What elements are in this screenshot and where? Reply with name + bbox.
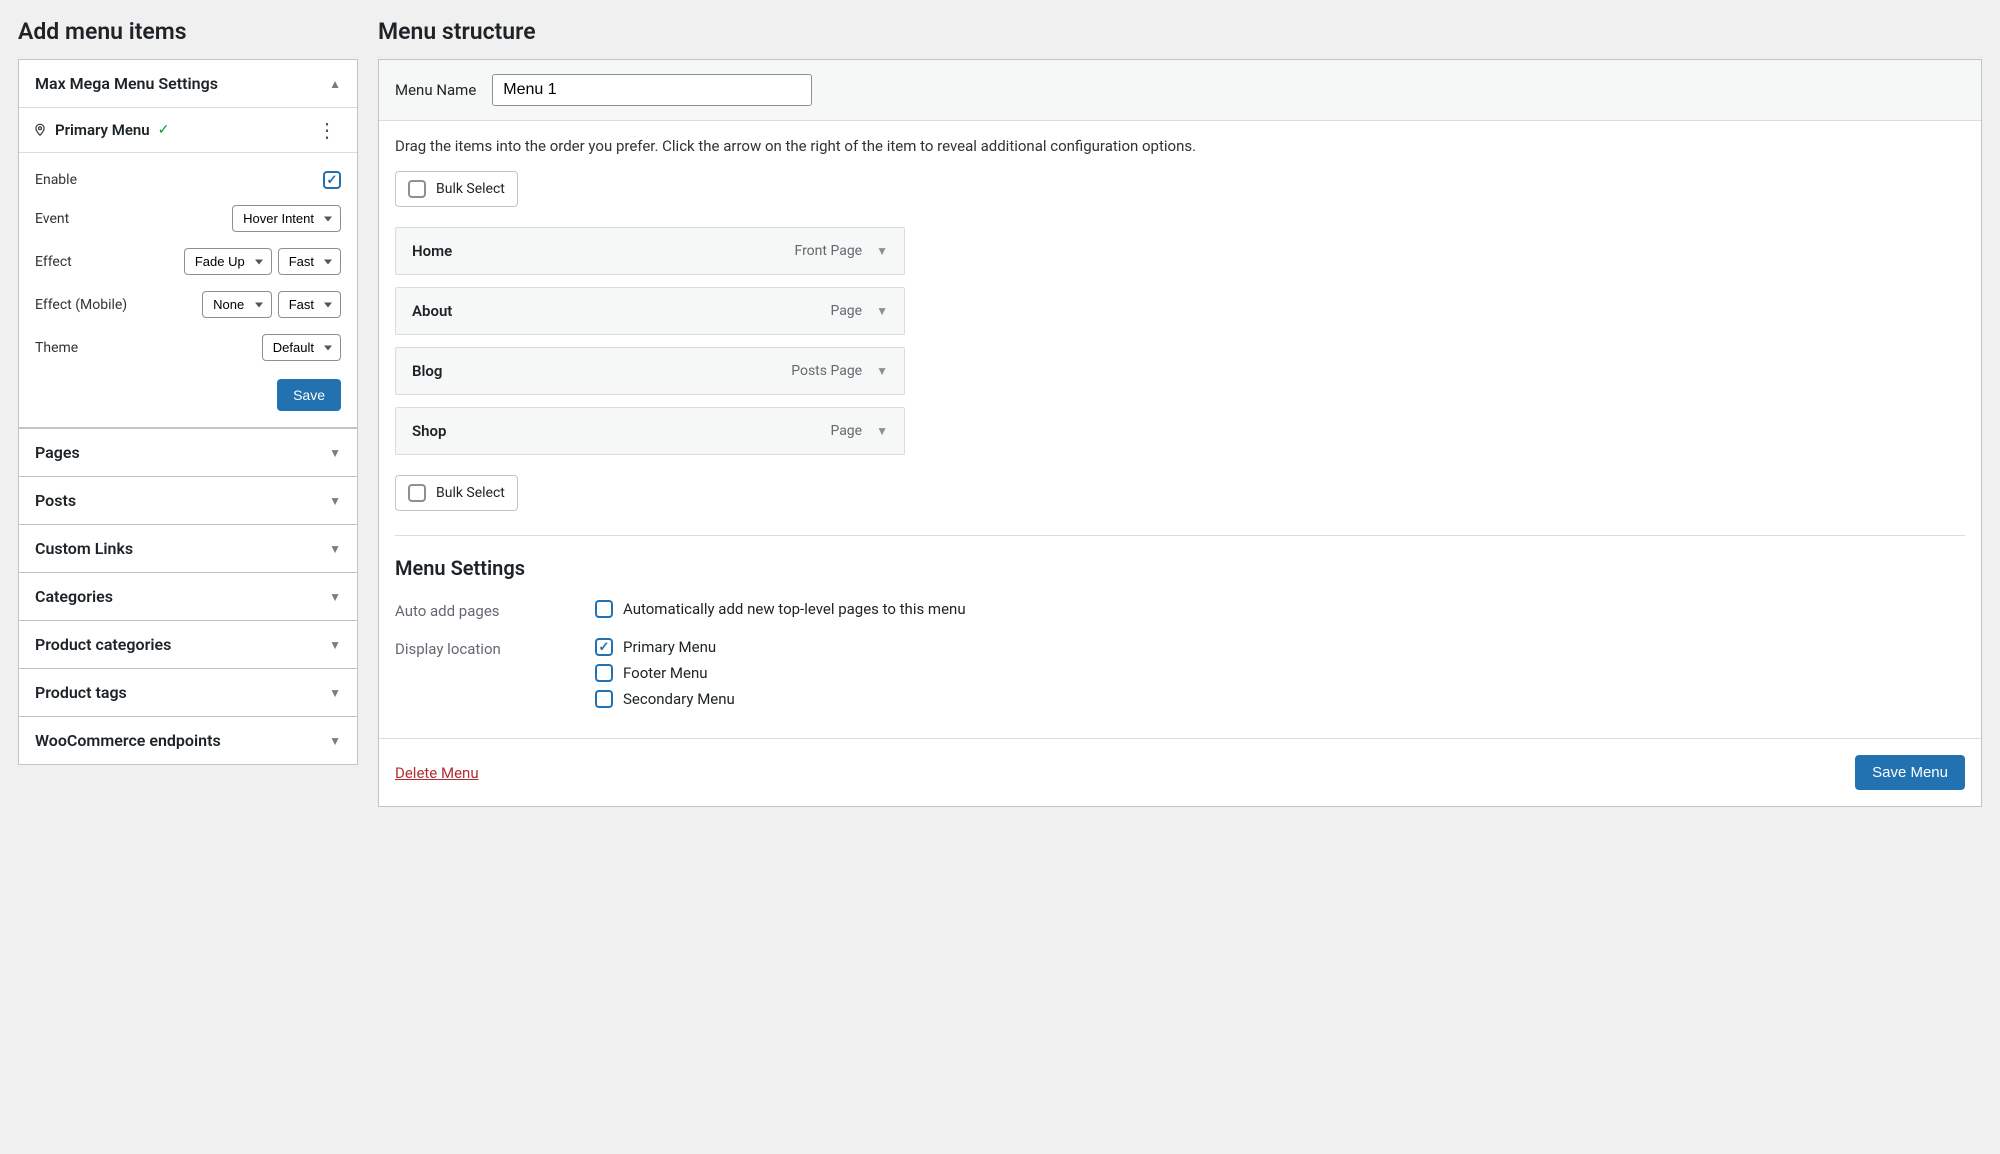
menu-structure-panel: Menu Name Drag the items into the order … [378,59,1982,807]
max-mega-menu-header[interactable]: Max Mega Menu Settings ▲ [19,60,357,107]
kebab-menu-icon[interactable]: ⋮ [311,120,343,140]
location-label: Footer Menu [623,664,708,682]
caret-down-icon: ▼ [329,686,341,700]
mmm-settings-body: Enable Event Hover Intent Effect Fade Up… [19,152,357,427]
mmm-location-name: Primary Menu [55,121,150,139]
enable-checkbox[interactable] [323,171,341,189]
effect-mobile-label: Effect (Mobile) [35,297,127,313]
event-select[interactable]: Hover Intent [232,205,341,232]
panel-title: Posts [35,491,76,510]
location-label: Secondary Menu [623,690,735,708]
effect-select[interactable]: Fade Up [184,248,272,275]
caret-down-icon: ▼ [329,638,341,652]
menu-item-type: Posts Page [791,363,862,379]
effect-speed-select[interactable]: Fast [278,248,341,275]
panel-product-tags: Product tags ▼ [18,669,358,717]
caret-up-icon: ▲ [329,77,341,91]
event-label: Event [35,211,69,227]
panel-header[interactable]: Categories ▼ [19,573,357,620]
menu-item[interactable]: Shop Page ▼ [395,407,905,455]
panel-header[interactable]: WooCommerce endpoints ▼ [19,717,357,764]
panel-title: WooCommerce endpoints [35,731,221,750]
bulk-select-checkbox-top[interactable] [408,180,426,198]
effect-mobile-speed-select[interactable]: Fast [278,291,341,318]
menu-item-type: Page [830,423,862,439]
enable-label: Enable [35,172,77,188]
bulk-select-label-top: Bulk Select [436,181,505,197]
menu-item[interactable]: Home Front Page ▼ [395,227,905,275]
auto-add-checkbox[interactable] [595,600,613,618]
panel-header[interactable]: Product categories ▼ [19,621,357,668]
menu-item-title: Blog [412,362,442,380]
mmm-save-button[interactable]: Save [277,379,341,411]
add-menu-items-heading: Add menu items [18,0,358,59]
theme-label: Theme [35,340,78,356]
caret-down-icon: ▼ [329,542,341,556]
panel-woocommerce-endpoints: WooCommerce endpoints ▼ [18,717,358,765]
panel-posts: Posts ▼ [18,477,358,525]
panel-title: Categories [35,587,113,606]
bulk-select-checkbox-bottom[interactable] [408,484,426,502]
bulk-select-bottom[interactable]: Bulk Select [395,475,518,511]
display-location-label: Display location [395,638,595,716]
effect-mobile-select[interactable]: None [202,291,272,318]
menu-item-type: Front Page [795,243,863,259]
menu-item[interactable]: About Page ▼ [395,287,905,335]
panel-title: Product categories [35,635,171,654]
bulk-select-top[interactable]: Bulk Select [395,171,518,207]
menu-item-title: Shop [412,422,446,440]
save-menu-button[interactable]: Save Menu [1855,755,1965,790]
panel-title: Product tags [35,683,127,702]
check-icon: ✓ [158,122,170,138]
panel-header[interactable]: Product tags ▼ [19,669,357,716]
caret-down-icon[interactable]: ▼ [876,364,888,378]
location-checkbox[interactable] [595,664,613,682]
instructions-text: Drag the items into the order you prefer… [395,137,1965,155]
menu-name-label: Menu Name [395,81,476,99]
menu-item-type: Page [830,303,862,319]
bulk-select-label-bottom: Bulk Select [436,485,505,501]
auto-add-label: Auto add pages [395,600,595,626]
menu-item-title: About [412,302,452,320]
panel-custom-links: Custom Links ▼ [18,525,358,573]
menu-item[interactable]: Blog Posts Page ▼ [395,347,905,395]
delete-menu-link[interactable]: Delete Menu [395,764,479,782]
auto-add-option-text: Automatically add new top-level pages to… [623,600,966,618]
caret-down-icon[interactable]: ▼ [876,424,888,438]
menu-settings-heading: Menu Settings [395,556,1965,580]
panel-header[interactable]: Posts ▼ [19,477,357,524]
location-checkbox[interactable] [595,690,613,708]
location-checkbox[interactable] [595,638,613,656]
max-mega-menu-panel: Max Mega Menu Settings ▲ Primary Menu ✓ … [18,59,358,428]
location-label: Primary Menu [623,638,716,656]
menu-structure-heading: Menu structure [378,0,1982,59]
caret-down-icon: ▼ [329,494,341,508]
panel-categories: Categories ▼ [18,573,358,621]
caret-down-icon[interactable]: ▼ [876,244,888,258]
theme-select[interactable]: Default [262,334,341,361]
menu-name-input[interactable] [492,74,812,106]
location-pin-icon [33,123,47,137]
menu-item-title: Home [412,242,452,260]
caret-down-icon: ▼ [329,446,341,460]
panel-header[interactable]: Custom Links ▼ [19,525,357,572]
panel-header[interactable]: Pages ▼ [19,429,357,476]
caret-down-icon: ▼ [329,590,341,604]
panel-pages: Pages ▼ [18,428,358,477]
panel-title: Pages [35,443,80,462]
caret-down-icon[interactable]: ▼ [876,304,888,318]
effect-label: Effect [35,254,72,270]
caret-down-icon: ▼ [329,734,341,748]
mmm-location-row: Primary Menu ✓ ⋮ [19,107,357,152]
panel-title: Custom Links [35,539,133,558]
max-mega-menu-title: Max Mega Menu Settings [35,74,218,93]
panel-product-categories: Product categories ▼ [18,621,358,669]
